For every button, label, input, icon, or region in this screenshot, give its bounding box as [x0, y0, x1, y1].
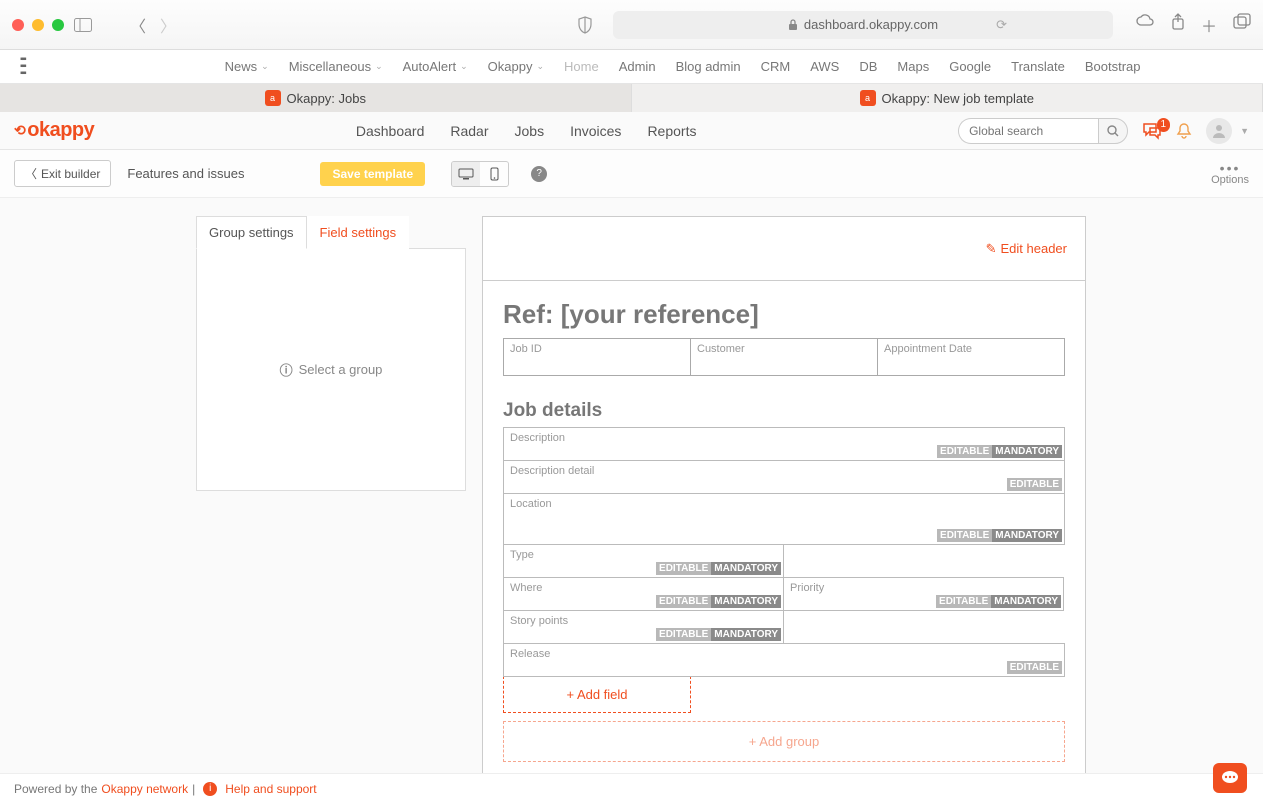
bookmark-maps[interactable]: Maps — [897, 59, 929, 74]
edit-header-link[interactable]: ✎ Edit header — [986, 241, 1067, 257]
global-search — [958, 118, 1128, 144]
fields-container: Description EDITABLEMANDATORY Descriptio… — [503, 427, 1065, 762]
reload-icon[interactable]: ⟳ — [996, 17, 1007, 33]
bookmark-autoalert[interactable]: AutoAlert⌄ — [403, 59, 468, 74]
field-release[interactable]: Release EDITABLE — [503, 643, 1065, 677]
bookmark-bootstrap[interactable]: Bootstrap — [1085, 59, 1141, 74]
add-field-button[interactable]: + Add field — [503, 676, 691, 713]
chat-icon[interactable]: 1 — [1142, 122, 1162, 140]
info-icon: i — [203, 782, 217, 796]
empty-message: Select a group — [299, 362, 383, 377]
apps-grid-icon[interactable]: ▪▪▪▪▪▪▪▪▪ — [20, 56, 25, 77]
help-icon[interactable]: ? — [531, 166, 547, 182]
settings-panel: Group settings Field settings ⓘ Select a… — [196, 216, 466, 491]
bookmark-db[interactable]: DB — [859, 59, 877, 74]
field-story-points[interactable]: Story points EDITABLEMANDATORY — [503, 610, 784, 644]
bookmark-okappy[interactable]: Okappy⌄ — [488, 59, 544, 74]
section-job-details: Job details — [483, 376, 1085, 428]
bookmark-news[interactable]: News⌄ — [225, 59, 269, 74]
bookmark-home[interactable]: Home — [564, 59, 599, 74]
bookmark-google[interactable]: Google — [949, 59, 991, 74]
meta-row: Job ID Customer Appointment Date — [503, 338, 1065, 376]
device-toggle — [451, 161, 509, 187]
meta-customer[interactable]: Customer — [691, 339, 878, 375]
share-icon[interactable] — [1171, 13, 1185, 37]
bookmark-translate[interactable]: Translate — [1011, 59, 1065, 74]
shield-icon[interactable] — [577, 16, 593, 34]
exit-builder-button[interactable]: 〈Exit builder — [14, 160, 111, 187]
browser-tabs: a Okappy: Jobs a Okappy: New job templat… — [0, 84, 1263, 112]
traffic-lights — [12, 19, 64, 31]
cloud-icon[interactable] — [1135, 13, 1155, 37]
back-icon[interactable]: 〈 — [130, 13, 146, 37]
more-icon: ••• — [1211, 162, 1249, 174]
mobile-view-icon[interactable] — [480, 162, 508, 186]
browser-chrome: 〈 〉 dashboard.okappy.com ⟳ ＋ — [0, 0, 1263, 50]
field-description-detail[interactable]: Description detail EDITABLE — [503, 460, 1065, 494]
minimize-window-icon[interactable] — [32, 19, 44, 31]
forward-icon[interactable]: 〉 — [160, 13, 176, 37]
url-text: dashboard.okappy.com — [804, 17, 938, 32]
tab-group-settings[interactable]: Group settings — [196, 216, 307, 249]
save-template-button[interactable]: Save template — [320, 162, 425, 186]
bookmark-bar: ▪▪▪▪▪▪▪▪▪ News⌄ Miscellaneous⌄ AutoAlert… — [0, 50, 1263, 84]
lock-icon — [788, 19, 798, 31]
new-tab-icon[interactable]: ＋ — [1201, 13, 1217, 37]
nav-reports[interactable]: Reports — [647, 123, 696, 139]
pencil-icon: ✎ — [986, 241, 997, 257]
info-icon: ⓘ — [280, 360, 293, 379]
nav-jobs[interactable]: Jobs — [515, 123, 545, 139]
help-support-link[interactable]: Help and support — [225, 782, 316, 796]
meta-job-id[interactable]: Job ID — [504, 339, 691, 375]
nav-invoices[interactable]: Invoices — [570, 123, 621, 139]
okappy-network-link[interactable]: Okappy network — [101, 782, 188, 796]
group-settings-body: ⓘ Select a group — [196, 248, 466, 491]
okappy-favicon: a — [860, 90, 876, 106]
close-window-icon[interactable] — [12, 19, 24, 31]
features-link[interactable]: Features and issues — [127, 166, 244, 181]
main-nav: Dashboard Radar Jobs Invoices Reports — [94, 123, 958, 139]
field-type[interactable]: Type EDITABLEMANDATORY — [503, 544, 784, 578]
reference-title: Ref: [your reference] — [483, 281, 1085, 338]
chat-badge: 1 — [1157, 118, 1171, 132]
chat-bubble-icon[interactable] — [1213, 763, 1247, 793]
app-header: okappy Dashboard Radar Jobs Invoices Rep… — [0, 112, 1263, 150]
nav-dashboard[interactable]: Dashboard — [356, 123, 425, 139]
template-canvas: ✎ Edit header Ref: [your reference] Job … — [482, 216, 1086, 783]
browser-tab-jobs[interactable]: a Okappy: Jobs — [0, 84, 632, 112]
field-description[interactable]: Description EDITABLEMANDATORY — [503, 427, 1065, 461]
tabs-overview-icon[interactable] — [1233, 13, 1251, 37]
add-group-button[interactable]: + Add group — [503, 721, 1065, 762]
tab-field-settings[interactable]: Field settings — [307, 216, 410, 249]
field-where[interactable]: Where EDITABLEMANDATORY — [503, 577, 784, 611]
field-priority[interactable]: Priority EDITABLEMANDATORY — [783, 577, 1064, 611]
workspace: Group settings Field settings ⓘ Select a… — [0, 198, 1263, 798]
builder-toolbar: 〈Exit builder Features and issues Save t… — [0, 150, 1263, 198]
bookmark-misc[interactable]: Miscellaneous⌄ — [289, 59, 383, 74]
bookmark-aws[interactable]: AWS — [810, 59, 839, 74]
logo[interactable]: okappy — [14, 119, 94, 142]
footer: Powered by the Okappy network | i Help a… — [0, 773, 1263, 803]
bookmark-blogadmin[interactable]: Blog admin — [676, 59, 741, 74]
url-bar[interactable]: dashboard.okappy.com ⟳ — [613, 11, 1113, 39]
notification-icon[interactable] — [1176, 122, 1192, 140]
meta-appointment[interactable]: Appointment Date — [878, 339, 1064, 375]
bookmark-admin[interactable]: Admin — [619, 59, 656, 74]
browser-tab-new-template[interactable]: a Okappy: New job template — [632, 84, 1263, 112]
bookmark-crm[interactable]: CRM — [761, 59, 791, 74]
okappy-favicon: a — [265, 90, 281, 106]
sidebar-toggle-icon[interactable] — [74, 18, 92, 32]
options-menu[interactable]: ••• Options — [1211, 162, 1249, 186]
maximize-window-icon[interactable] — [52, 19, 64, 31]
search-input[interactable] — [958, 118, 1098, 144]
field-location[interactable]: Location EDITABLEMANDATORY — [503, 493, 1065, 545]
nav-radar[interactable]: Radar — [450, 123, 488, 139]
chevron-left-icon: 〈 — [25, 165, 37, 182]
user-menu[interactable] — [1206, 118, 1232, 144]
search-button[interactable] — [1098, 118, 1128, 144]
user-menu-chevron[interactable]: ▼ — [1240, 126, 1249, 136]
desktop-view-icon[interactable] — [452, 162, 480, 186]
